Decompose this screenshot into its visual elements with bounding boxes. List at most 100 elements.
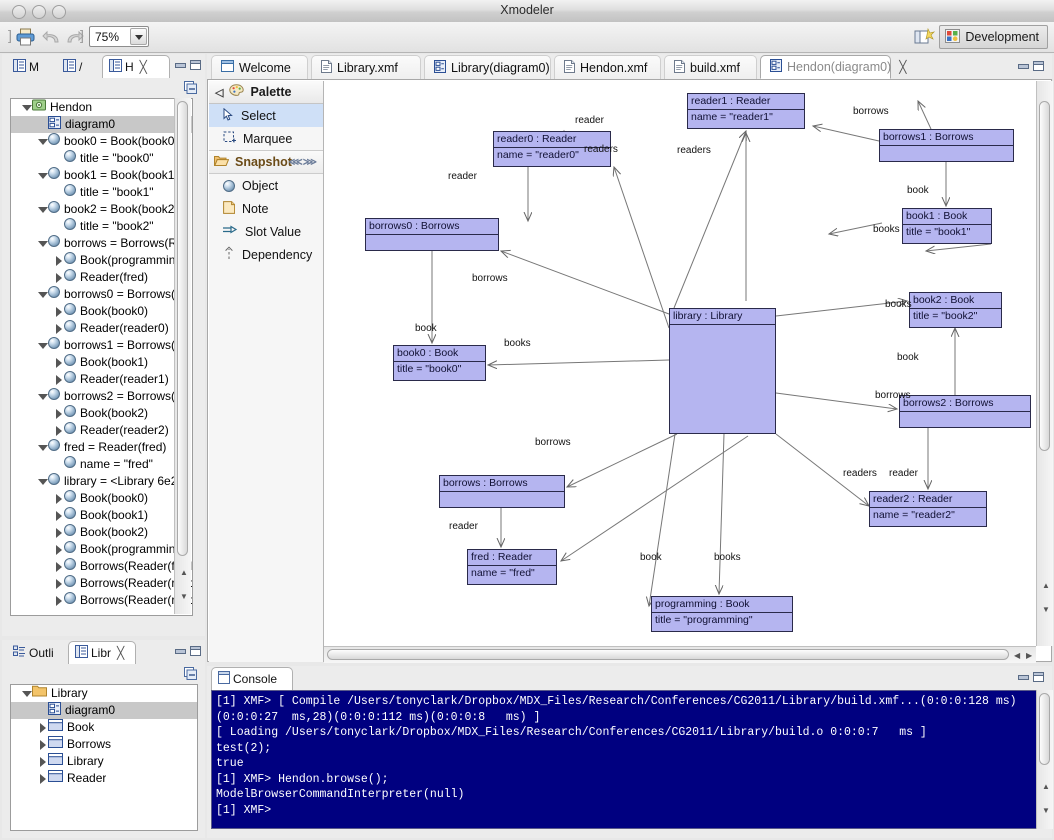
diagram-node[interactable]: borrows : Borrows [439, 475, 565, 508]
tree-item[interactable]: Reader [11, 770, 197, 787]
diagram-node[interactable]: book2 : Book title = "book2" [909, 292, 1002, 328]
tree-twisty-icon[interactable] [37, 719, 48, 736]
tree-item[interactable]: borrows0 = Borrows(Re [11, 286, 192, 303]
tree-item[interactable]: Reader(reader1) [11, 371, 192, 388]
tree-twisty-icon[interactable] [53, 524, 64, 541]
diagram-node[interactable]: reader2 : Reader name = "reader2" [869, 491, 987, 527]
tree-twisty-icon[interactable] [53, 507, 64, 524]
editor-tab[interactable]: Library.xmf [311, 55, 421, 79]
tree-item[interactable]: title = "book2" [11, 218, 192, 235]
tree-item[interactable]: Book [11, 719, 197, 736]
tab-library[interactable]: Libr ╳ [68, 641, 136, 664]
tree-item[interactable]: book0 = Book(book0) [11, 133, 192, 150]
tree-twisty-icon[interactable] [53, 490, 64, 507]
tree-item[interactable]: Borrows [11, 736, 197, 753]
diagram-node[interactable]: book0 : Book title = "book0" [393, 345, 486, 381]
tree-twisty-icon[interactable] [53, 252, 64, 269]
diagram-node[interactable]: library : Library [669, 308, 776, 434]
collapse-all-icon[interactable] [184, 667, 197, 680]
tree-item[interactable]: diagram0 [11, 115, 192, 133]
model-tree[interactable]: Hendon diagram0 book0 = Book(book0) title =… [10, 98, 193, 616]
collapse-left-icon[interactable]: ◁ [215, 86, 223, 99]
model-tree-vscrollbar[interactable]: ▲ ▼ [174, 98, 191, 614]
collapse-all-icon[interactable] [184, 81, 197, 94]
tree-twisty-icon[interactable] [53, 371, 64, 388]
tree-twisty-icon[interactable] [21, 99, 32, 116]
diagram-node[interactable]: fred : Reader name = "fred" [467, 549, 557, 585]
tree-item[interactable]: book2 = Book(book2) [11, 201, 192, 218]
editor-tab[interactable]: build.xmf [664, 55, 757, 79]
tab-model-m[interactable]: M [6, 55, 54, 78]
canvas-vscrollbar[interactable]: ▲ ▼ [1036, 81, 1053, 646]
tree-twisty-icon[interactable] [53, 354, 64, 371]
tree-item[interactable]: Book(programming) [11, 252, 192, 269]
undo-icon[interactable] [42, 30, 60, 47]
editor-tab[interactable]: Library(diagram0) [424, 55, 551, 79]
tree-item[interactable]: Reader(reader2) [11, 422, 192, 439]
tree-twisty-icon[interactable] [37, 770, 48, 787]
tree-item[interactable]: title = "book1" [11, 184, 192, 201]
tree-item[interactable]: Book(book0) [11, 303, 192, 320]
tree-twisty-icon[interactable] [53, 320, 64, 337]
close-icon[interactable]: ╳ [899, 60, 906, 74]
tree-item[interactable]: Hendon [11, 99, 192, 116]
minimize-icon[interactable] [175, 60, 186, 69]
chevron-down-icon[interactable] [130, 28, 147, 45]
tree-twisty-icon[interactable] [53, 575, 64, 592]
diagram-canvas[interactable]: reader1 : Reader name = "reader1" reader0 … [324, 81, 1036, 646]
palette-tool-marquee[interactable]: Marquee [209, 127, 323, 150]
maximize-icon[interactable] [1033, 61, 1044, 71]
editor-tab[interactable]: Hendon(diagram0) ╳ [760, 55, 906, 79]
tree-twisty-icon[interactable] [53, 541, 64, 558]
close-icon[interactable]: ╳ [117, 646, 124, 660]
editor-tab[interactable]: Welcome [211, 55, 308, 79]
tree-twisty-icon[interactable] [37, 235, 48, 252]
zoom-level-combobox[interactable]: 75% [89, 26, 149, 47]
tree-item[interactable]: Library [11, 685, 197, 702]
palette-tool-select[interactable]: Select [209, 104, 323, 127]
tree-item[interactable]: Book(book2) [11, 405, 192, 422]
tree-item[interactable]: Reader(fred) [11, 269, 192, 286]
perspective-development-button[interactable]: Development [939, 25, 1048, 49]
tree-twisty-icon[interactable] [37, 753, 48, 770]
tree-twisty-icon[interactable] [53, 303, 64, 320]
tree-item[interactable]: Book(book1) [11, 507, 192, 524]
tree-item[interactable]: borrows = Borrows(Rea [11, 235, 192, 252]
tree-item[interactable]: Library [11, 753, 197, 770]
maximize-icon[interactable] [190, 646, 201, 656]
tree-twisty-icon[interactable] [37, 133, 48, 150]
tree-item[interactable]: diagram0 [11, 701, 197, 719]
tree-item[interactable]: Borrows(Reader(read [11, 575, 192, 592]
console-output[interactable]: [1] XMF> [ Compile /Users/tonyclark/Drop… [211, 690, 1038, 829]
tree-item[interactable]: title = "book0" [11, 150, 192, 167]
diagram-node[interactable]: book1 : Book title = "book1" [902, 208, 992, 244]
tree-item[interactable]: borrows1 = Borrows(Re [11, 337, 192, 354]
tree-twisty-icon[interactable] [53, 422, 64, 439]
minimize-icon[interactable] [175, 646, 186, 655]
diagram-node[interactable]: borrows2 : Borrows [899, 395, 1031, 428]
minimize-icon[interactable] [1018, 672, 1029, 681]
minimize-icon[interactable] [1018, 61, 1029, 70]
tree-twisty-icon[interactable] [21, 685, 32, 702]
tree-twisty-icon[interactable] [37, 388, 48, 405]
tree-item[interactable]: Book(book2) [11, 524, 192, 541]
tree-twisty-icon[interactable] [53, 405, 64, 422]
print-icon[interactable] [16, 28, 35, 46]
tree-item[interactable]: book1 = Book(book1) [11, 167, 192, 184]
tree-twisty-icon[interactable] [37, 201, 48, 218]
close-icon[interactable]: ╳ [140, 60, 147, 74]
tree-twisty-icon[interactable] [37, 337, 48, 354]
palette-item-note[interactable]: Note [209, 197, 323, 220]
pin-icon[interactable]: ⋘⋙ [289, 157, 317, 168]
tree-twisty-icon[interactable] [37, 286, 48, 303]
tree-twisty-icon[interactable] [53, 269, 64, 286]
tab-console[interactable]: Console [211, 667, 293, 690]
palette-group-snapshot[interactable]: Snapshot ⋘⋙ [209, 150, 323, 174]
tree-item[interactable]: Reader(reader0) [11, 320, 192, 337]
tree-twisty-icon[interactable] [37, 439, 48, 456]
tree-twisty-icon[interactable] [53, 558, 64, 575]
tab-outline[interactable]: Outli [6, 641, 66, 664]
editor-tab[interactable]: Hendon.xmf [554, 55, 661, 79]
diagram-node[interactable]: borrows0 : Borrows [365, 218, 499, 251]
maximize-icon[interactable] [1033, 672, 1044, 682]
